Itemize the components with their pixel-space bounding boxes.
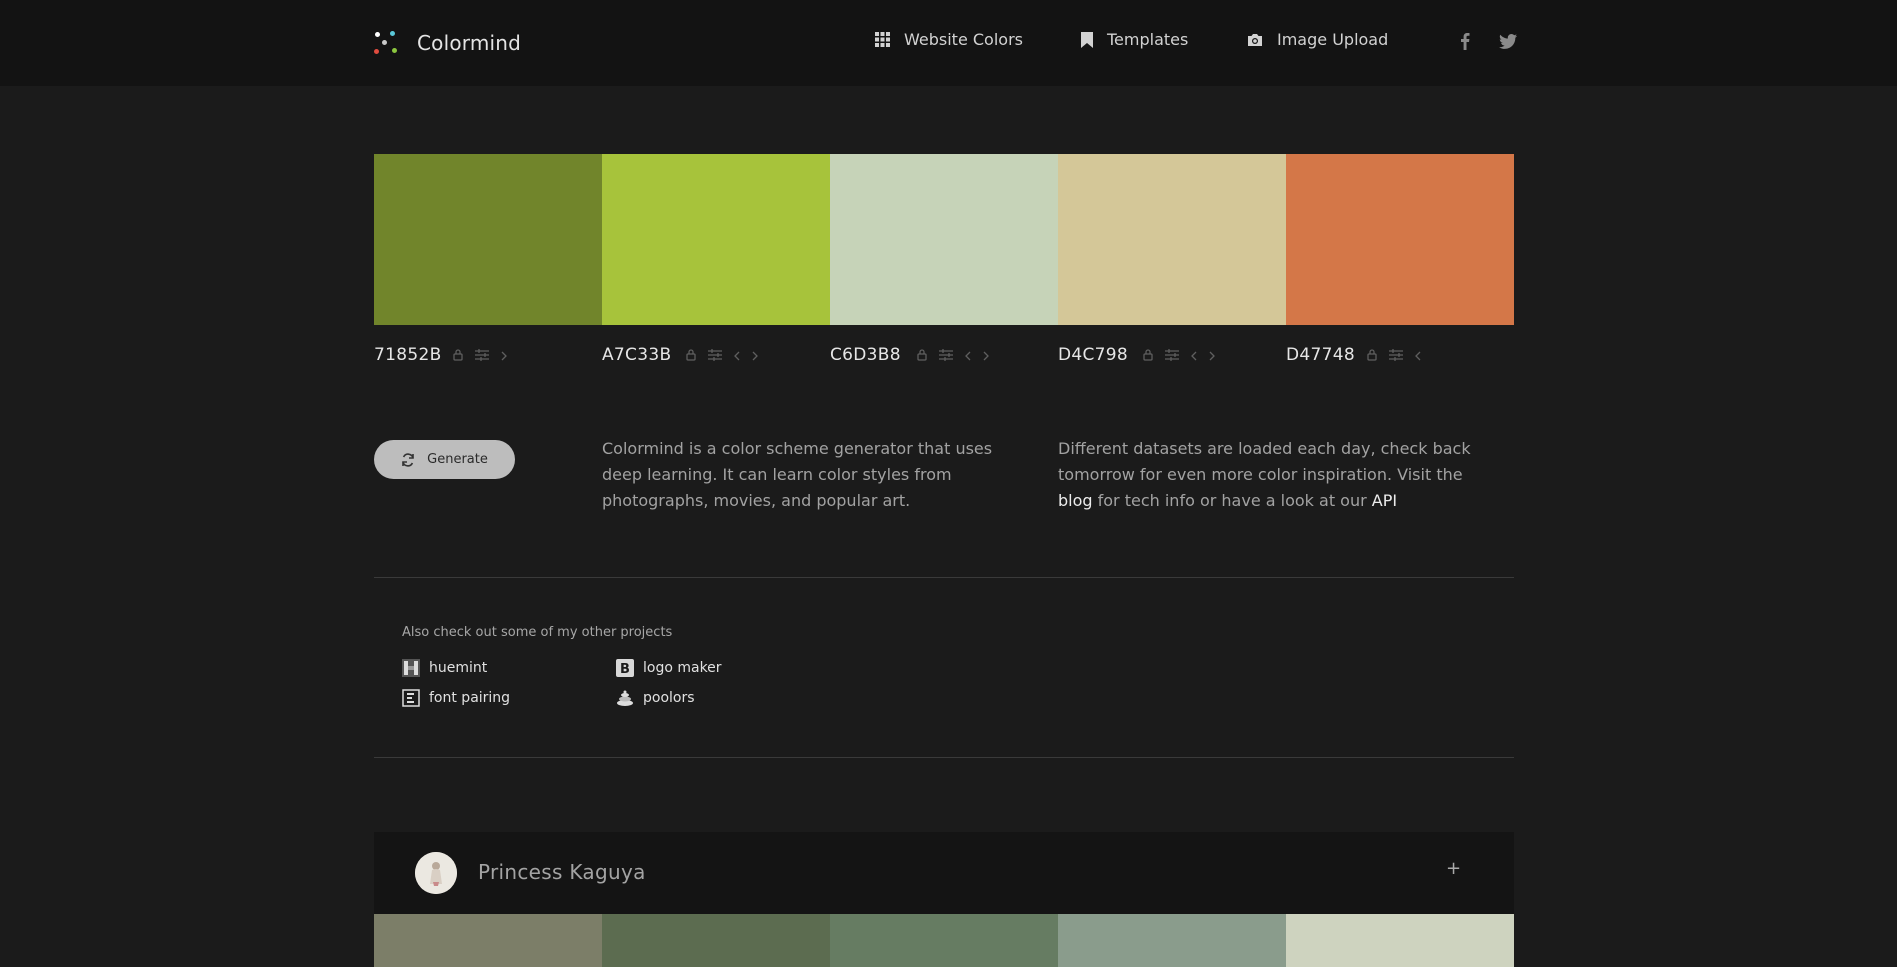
twitter-icon[interactable] xyxy=(1499,34,1517,53)
chevron-right-icon[interactable] xyxy=(983,346,989,365)
palette-swatch-4[interactable] xyxy=(1058,154,1286,325)
blog-link[interactable]: blog xyxy=(1058,491,1093,510)
chevron-left-icon[interactable] xyxy=(1191,346,1197,365)
brand-logo[interactable]: Colormind xyxy=(373,27,521,59)
colormind-logo-icon xyxy=(373,29,401,57)
project-logo-maker[interactable]: B logo maker xyxy=(616,659,722,677)
api-link[interactable]: API xyxy=(1372,491,1397,510)
adjust-icon[interactable] xyxy=(475,346,489,365)
featured-swatch-5[interactable] xyxy=(1286,914,1514,967)
swatch-controls-3 xyxy=(917,346,1001,365)
chevron-left-icon[interactable] xyxy=(965,346,971,365)
palette-swatch-5[interactable] xyxy=(1286,154,1514,325)
project-label: poolors xyxy=(643,690,695,706)
poolors-icon xyxy=(616,689,634,707)
bookmark-icon xyxy=(1081,31,1093,48)
nav-website-colors[interactable]: Website Colors xyxy=(875,30,1023,49)
featured-swatch-4[interactable] xyxy=(1058,914,1286,967)
grid-icon xyxy=(875,32,890,47)
facebook-icon[interactable] xyxy=(1460,32,1470,54)
hex-value-1[interactable]: 71852B xyxy=(374,345,442,365)
project-label: font pairing xyxy=(429,690,511,706)
project-huemint[interactable]: huemint xyxy=(402,659,487,677)
featured-swatch-1[interactable] xyxy=(374,914,602,967)
chevron-right-icon[interactable] xyxy=(1209,346,1215,365)
project-label: logo maker xyxy=(643,660,722,676)
description-left: Colormind is a color scheme generator th… xyxy=(602,439,993,510)
chevron-left-icon[interactable] xyxy=(1415,346,1421,365)
avatar xyxy=(415,852,457,894)
adjust-icon[interactable] xyxy=(1389,346,1403,365)
hex-value-2[interactable]: A7C33B xyxy=(602,345,671,365)
palette-swatch-2[interactable] xyxy=(602,154,830,325)
adjust-icon[interactable] xyxy=(708,346,722,365)
hex-value-5[interactable]: D47748 xyxy=(1286,345,1355,365)
palette-swatch-3[interactable] xyxy=(830,154,1058,325)
lock-icon[interactable] xyxy=(453,346,463,365)
adjust-icon[interactable] xyxy=(1165,346,1179,365)
project-poolors[interactable]: poolors xyxy=(616,689,695,707)
hex-value-4[interactable]: D4C798 xyxy=(1058,345,1128,365)
chevron-right-icon[interactable] xyxy=(752,346,758,365)
projects-title: Also check out some of my other projects xyxy=(402,625,673,640)
nav-image-upload-label: Image Upload xyxy=(1277,30,1389,49)
expand-plus-icon[interactable]: + xyxy=(1446,858,1461,879)
project-font-pairing[interactable]: font pairing xyxy=(402,689,510,707)
palette-swatch-1[interactable] xyxy=(374,154,602,325)
nav-templates-label: Templates xyxy=(1107,30,1189,49)
description-right-text-2: for tech info or have a look at our xyxy=(1092,491,1372,510)
brand-name: Colormind xyxy=(417,31,522,55)
lock-icon[interactable] xyxy=(917,346,927,365)
nav-website-colors-label: Website Colors xyxy=(904,30,1023,49)
featured-swatch-3[interactable] xyxy=(830,914,1058,967)
chevron-left-icon[interactable] xyxy=(734,346,740,365)
description-right-text-1: Different datasets are loaded each day, … xyxy=(1058,439,1471,484)
svg-text:B: B xyxy=(620,662,630,677)
featured-palette-header[interactable]: Princess Kaguya + xyxy=(374,832,1514,914)
top-nav-bar: Colormind Website Colors Templates Image… xyxy=(0,0,1897,86)
featured-swatch-2[interactable] xyxy=(602,914,830,967)
swatch-controls-2 xyxy=(686,346,770,365)
refresh-icon xyxy=(402,452,414,467)
font-pairing-icon xyxy=(402,689,420,707)
divider xyxy=(374,757,1514,758)
project-label: huemint xyxy=(429,660,488,676)
lock-icon[interactable] xyxy=(686,346,696,365)
adjust-icon[interactable] xyxy=(939,346,953,365)
divider xyxy=(374,577,1514,578)
lock-icon[interactable] xyxy=(1367,346,1377,365)
generate-button-label: Generate xyxy=(427,452,488,467)
logo-maker-icon: B xyxy=(616,659,634,677)
hex-value-3[interactable]: C6D3B8 xyxy=(830,345,901,365)
chevron-right-icon[interactable] xyxy=(501,346,507,365)
generate-button[interactable]: Generate xyxy=(374,440,515,479)
nav-image-upload[interactable]: Image Upload xyxy=(1247,30,1388,49)
swatch-controls-1 xyxy=(453,346,519,365)
camera-icon xyxy=(1248,33,1262,46)
featured-palette-title: Princess Kaguya xyxy=(478,860,646,884)
nav-templates[interactable]: Templates xyxy=(1081,30,1188,49)
swatch-controls-4 xyxy=(1143,346,1227,365)
swatch-controls-5 xyxy=(1367,346,1433,365)
description-right: Different datasets are loaded each day, … xyxy=(1058,436,1478,514)
huemint-icon xyxy=(402,659,420,677)
lock-icon[interactable] xyxy=(1143,346,1153,365)
